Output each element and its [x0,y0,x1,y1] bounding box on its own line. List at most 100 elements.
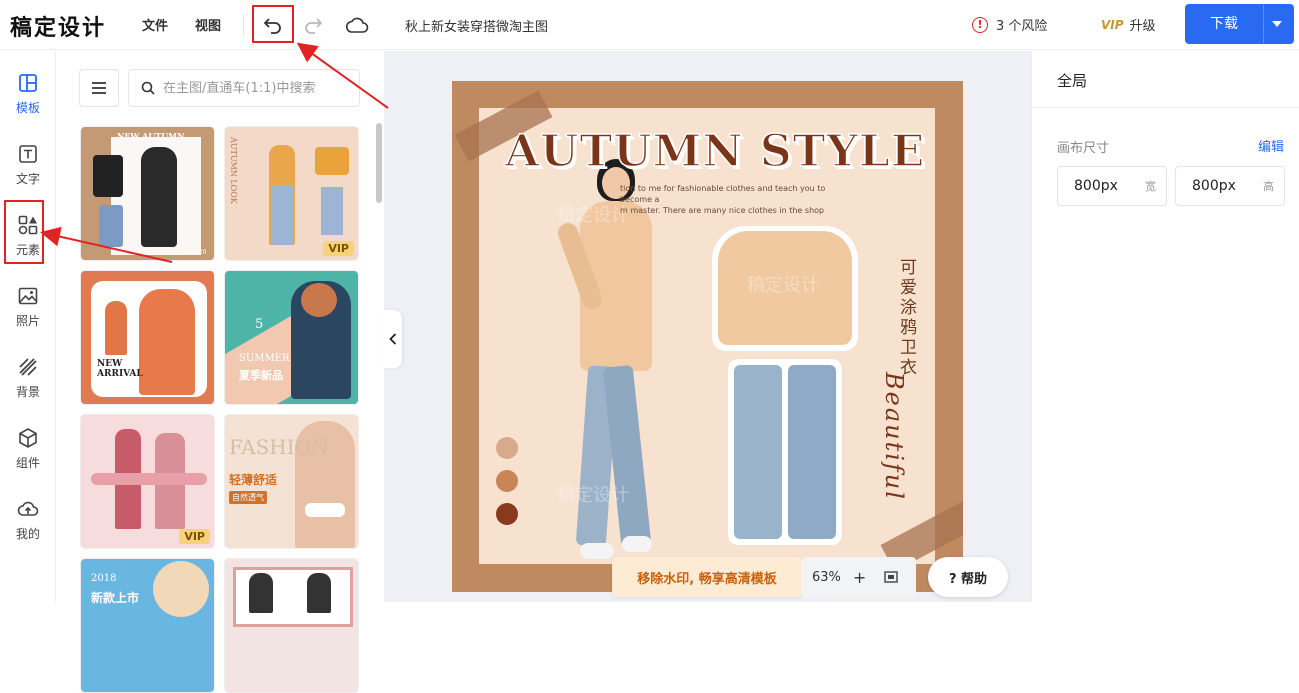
document-title[interactable]: 秋上新女装穿搭微淘主图 [405,16,548,35]
card-subtitle: 2020 [191,249,207,256]
risk-label: 3 个风险 [996,19,1048,34]
upgrade-label: 升级 [1129,19,1156,34]
app-logo[interactable]: 稿定设计 [10,10,106,42]
chevron-left-icon [389,333,397,345]
template-card[interactable]: FASHION 轻薄舒适 自然透气 [224,414,359,549]
background-icon [19,358,37,376]
nav-label: 背景 [15,385,40,399]
toolbar-divider [243,14,244,36]
width-field[interactable]: 宽 [1057,166,1167,206]
fit-screen-icon[interactable] [884,571,899,583]
nav-item-templates[interactable]: 模板 [0,71,56,135]
menu-view[interactable]: 视图 [195,15,221,34]
nav-label: 我的 [15,527,40,541]
photo-icon [18,287,38,305]
watermark-text: 稿定设计 [747,275,819,296]
template-card[interactable] [224,558,359,693]
card-subtitle: 新款上市 [91,591,140,605]
component-icon [19,428,37,448]
nav-item-background[interactable]: 背景 [0,355,56,419]
canvas-size-label: 画布尺寸 [1057,141,1110,156]
watermark-text: 稿定设计 [557,485,629,506]
annotation-box-undo [252,5,294,43]
card-badge: 5 [255,317,264,332]
menu-file[interactable]: 文件 [142,15,168,34]
download-label: 下载 [1210,16,1238,32]
template-icon [19,74,37,92]
template-card[interactable]: 2018 新款上市 [80,558,215,693]
redo-button[interactable] [297,9,329,41]
menu-icon [92,82,106,94]
top-bar: 稿定设计 文件 视图 秋上新女装穿搭微淘主图 ! 3 个风险 VIP 升级 下载 [0,0,1299,50]
upgrade-button[interactable]: VIP 升级 [1101,15,1156,35]
height-field[interactable]: 高 [1175,166,1285,206]
properties-panel: 全局 画布尺寸 编辑 宽 高 [1031,51,1299,602]
card-title: NEW AUTUMN [117,131,185,141]
edit-size-link[interactable]: 编辑 [1258,136,1284,155]
template-card[interactable]: AUTUMN LOOK VIP [224,126,359,261]
zoom-in-button[interactable]: + [853,568,866,587]
canvas-headline[interactable]: AUTUMN STYLE [504,125,925,178]
text-icon [19,145,37,163]
help-button[interactable]: ? 帮助 [928,557,1008,597]
template-card[interactable]: VIP [80,414,215,549]
card-title: SUMMER [239,353,290,364]
color-swatch [496,503,518,525]
nav-item-components[interactable]: 组件 [0,426,56,490]
card-title: 2018 [91,573,117,584]
nav-item-mine[interactable]: 我的 [0,497,56,561]
product-jeans [734,365,782,539]
filter-menu-button[interactable] [79,69,119,107]
left-nav: 模板 文字 元素 照片 背景 组件 我的 [0,51,56,602]
risk-indicator[interactable]: ! 3 个风险 [972,15,1047,34]
search-input[interactable] [163,80,353,96]
vip-badge: VIP [323,241,354,256]
card-subtitle: 夏季新品 [239,369,283,382]
card-subtitle-2: 自然透气 [229,491,267,504]
canvas-subtext[interactable]: tion to me for fashionable clothes and t… [620,183,840,216]
vip-badge: VIP [179,529,210,544]
nav-label: 文字 [15,172,40,186]
annotation-box-elements [4,200,44,264]
collapse-panel-button[interactable] [384,310,402,368]
nav-label: 照片 [15,314,40,328]
zoom-control: 63% + [802,557,916,597]
color-swatch [496,470,518,492]
template-card[interactable]: NEW ARRIVAL [80,270,215,405]
upload-cloud-icon [17,501,39,516]
search-icon [141,81,155,95]
panel-scrollbar[interactable] [376,123,382,203]
cloud-icon [345,17,369,33]
card-title: NEW ARRIVAL [97,359,143,379]
template-card[interactable]: NEW AUTUMN 2020 [80,126,215,261]
remove-watermark-banner[interactable]: 移除水印, 畅享高清模板 [612,557,802,597]
watermark-text: 稿定设计 [557,205,629,226]
card-title: FASHION [229,435,329,459]
download-button[interactable]: 下载 [1185,4,1294,44]
canvas-subtext-line: tion to me for fashionable clothes and t… [620,184,826,215]
nav-label: 组件 [15,456,40,470]
template-panel: NEW AUTUMN 2020 AUTUMN LOOK VIP NEW ARRI… [57,51,384,693]
search-box[interactable] [128,69,360,107]
zoom-level[interactable]: 63% [812,570,841,585]
template-card[interactable]: 5 SUMMER 夏季新品 [224,270,359,405]
warning-icon: ! [972,16,988,33]
card-title: AUTUMN LOOK [229,137,238,204]
vip-icon: VIP [1101,17,1124,32]
cloud-save-button[interactable] [341,9,373,41]
nav-item-photos[interactable]: 照片 [0,284,56,348]
nav-label: 模板 [15,101,40,115]
card-subtitle: 轻薄舒适 [229,473,278,487]
redo-icon [305,18,323,34]
canvas-vertical-text[interactable]: 可爱涂鸦卫衣 [894,258,919,378]
width-unit: 宽 [1145,180,1156,193]
height-input[interactable] [1192,178,1252,194]
color-swatch [496,437,518,459]
height-unit: 高 [1263,180,1274,193]
download-divider [1263,4,1264,44]
width-input[interactable] [1074,178,1134,194]
nav-item-text[interactable]: 文字 [0,142,56,206]
panel-title: 全局 [1057,72,1088,90]
download-dropdown-icon[interactable] [1272,21,1282,27]
canvas-script-text[interactable]: Beautiful [880,372,908,501]
